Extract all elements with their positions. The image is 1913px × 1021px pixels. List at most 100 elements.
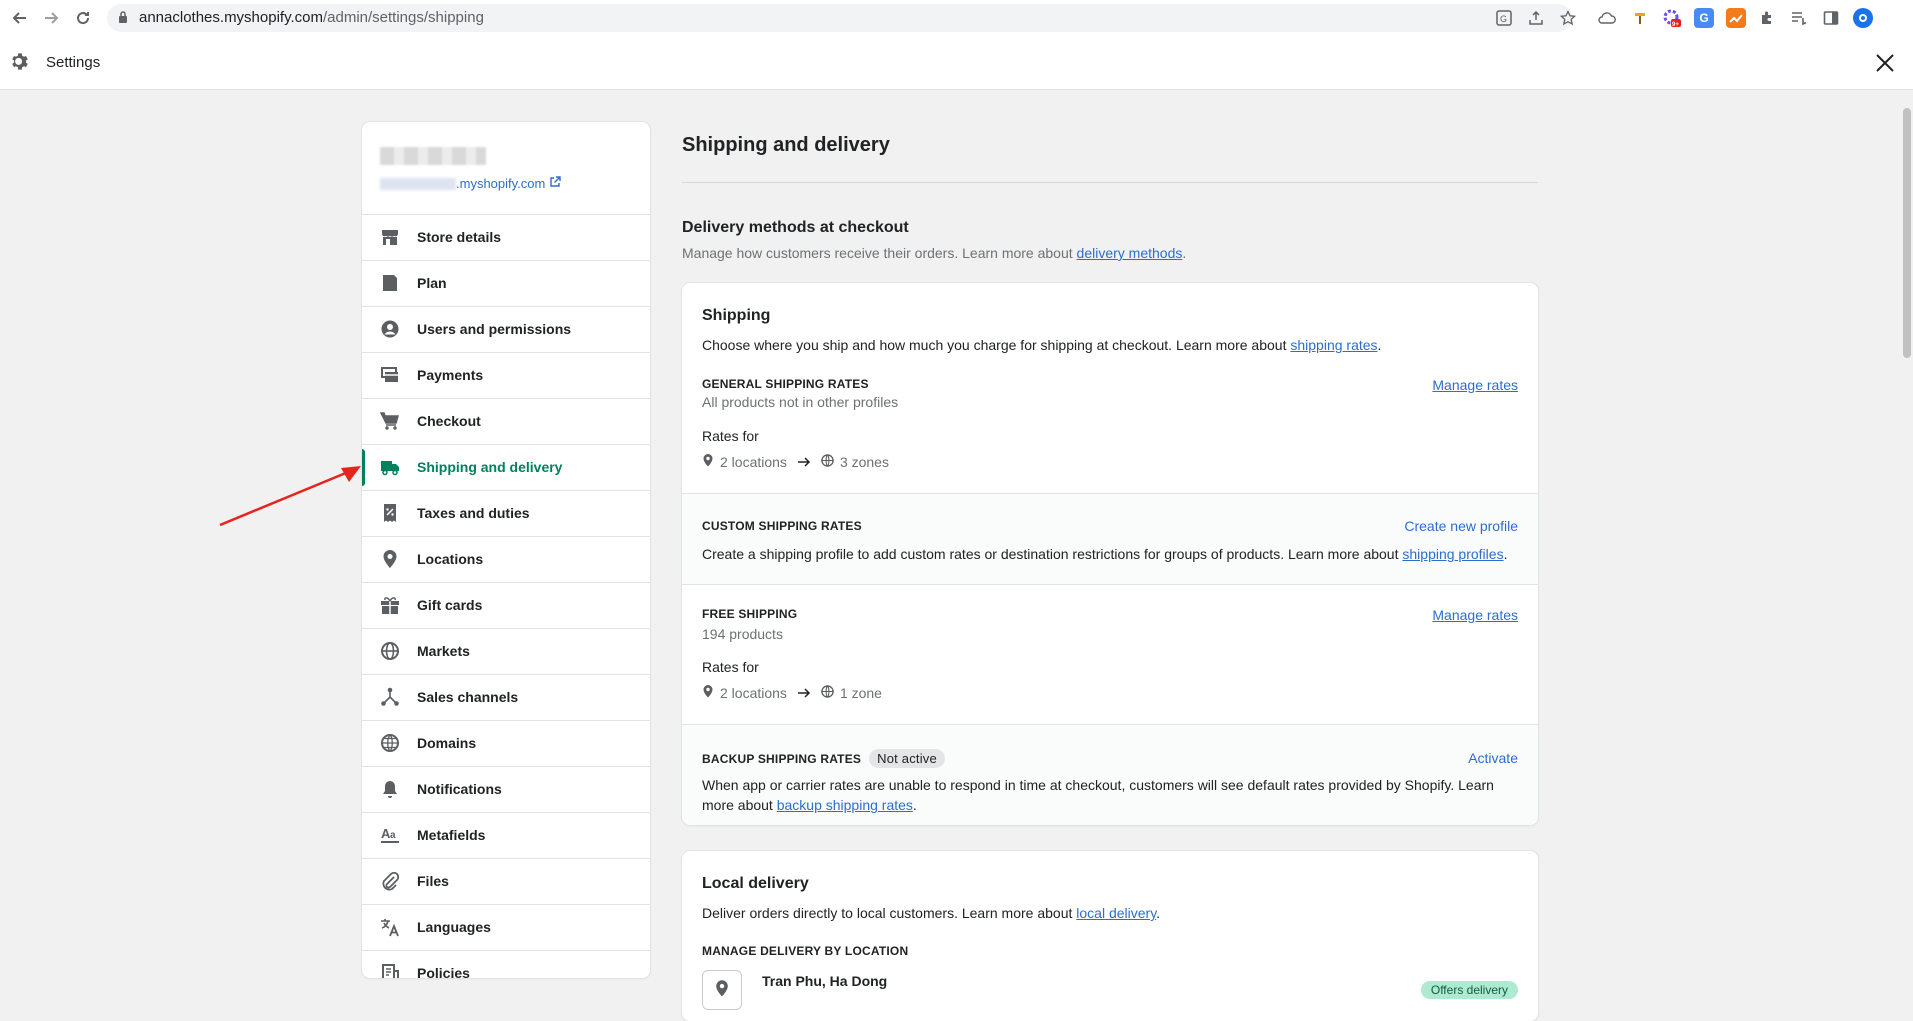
sidebar-item-notifications[interactable]: Notifications [362, 767, 650, 813]
create-new-profile-link[interactable]: Create new profile [1404, 518, 1518, 534]
settings-header: Settings [0, 36, 1913, 90]
share-icon[interactable] [1526, 8, 1546, 28]
scrollbar-thumb[interactable] [1903, 108, 1911, 358]
location-pin-icon [702, 453, 714, 470]
sidebar-item-label: Gift cards [417, 597, 483, 613]
location-icon [380, 549, 400, 569]
page-scrollbar[interactable] [1900, 90, 1913, 1005]
local-delivery-card: Local delivery Deliver orders directly t… [682, 851, 1538, 1021]
general-rates-for: Rates for [702, 428, 759, 444]
forward-arrow-icon[interactable] [39, 6, 63, 30]
sidebar-item-taxes-and-duties[interactable]: Taxes and duties [362, 491, 650, 537]
shipping-rates-link[interactable]: shipping rates [1290, 337, 1377, 353]
free-rates-summary: 2 locations 1 zone [702, 684, 882, 701]
free-manage-rates-link[interactable]: Manage rates [1432, 607, 1518, 623]
delivery-methods-link[interactable]: delivery methods [1077, 245, 1183, 261]
sidebar-item-locations[interactable]: Locations [362, 537, 650, 583]
extension-color-icon[interactable]: 9+ [1662, 8, 1682, 28]
bookmark-star-icon[interactable] [1558, 8, 1578, 28]
policies-icon [380, 963, 400, 978]
offers-delivery-badge: Offers delivery [1420, 981, 1518, 999]
extensions-puzzle-icon[interactable] [1757, 8, 1777, 28]
language-icon [380, 917, 400, 937]
local-delivery-desc: Deliver orders directly to local custome… [702, 905, 1161, 921]
sidebar-item-label: Locations [417, 551, 484, 567]
side-panel-icon[interactable] [1821, 8, 1841, 28]
gear-icon [10, 52, 30, 72]
location-name[interactable]: Tran Phu, Ha Dong [762, 973, 887, 989]
location-thumbnail [702, 970, 742, 1010]
backup-desc-line2: more about backup shipping rates. [702, 797, 917, 813]
payments-icon [380, 365, 400, 385]
sidebar-item-label: Domains [417, 735, 477, 751]
local-delivery-link[interactable]: local delivery [1076, 905, 1156, 921]
sidebar-item-store-details[interactable]: Store details [362, 215, 650, 261]
backup-shipping-rates-link[interactable]: backup shipping rates [777, 797, 913, 813]
extension-chart-icon[interactable] [1726, 8, 1746, 28]
local-delivery-title: Local delivery [702, 875, 809, 892]
reload-icon[interactable] [71, 6, 95, 30]
sidebar-item-checkout[interactable]: Checkout [362, 399, 650, 445]
general-locations-count: 2 locations [720, 453, 787, 470]
store-icon [380, 227, 400, 247]
shipping-profiles-link[interactable]: shipping profiles [1402, 546, 1503, 562]
delivery-methods-title: Delivery methods at checkout [682, 219, 909, 236]
svg-text:9+: 9+ [1672, 22, 1679, 28]
sidebar-item-label: Notifications [417, 781, 502, 797]
reading-list-icon[interactable] [1789, 8, 1809, 28]
extension-paint-icon[interactable] [1630, 8, 1650, 28]
sidebar-item-sales-channels[interactable]: Sales channels [362, 675, 650, 721]
extension-translate-icon[interactable]: G [1694, 8, 1714, 28]
not-active-badge: Not active [869, 749, 945, 768]
free-shipping-sub: 194 products [702, 626, 783, 642]
custom-shipping-section [682, 494, 1538, 584]
sidebar-item-metafields[interactable]: Aa Metafields [362, 813, 650, 859]
manage-delivery-heading: MANAGE DELIVERY BY LOCATION [702, 944, 909, 958]
sidebar-item-label: Taxes and duties [417, 505, 530, 521]
general-manage-rates-link[interactable]: Manage rates [1432, 377, 1518, 393]
sidebar-item-label: Sales channels [417, 689, 519, 705]
store-url-text[interactable]: .myshopify.com [456, 176, 545, 191]
sidebar-item-languages[interactable]: Languages [362, 905, 650, 951]
general-zones-count: 3 zones [839, 453, 889, 470]
location-pin-icon [714, 979, 730, 1002]
sidebar-item-payments[interactable]: Payments [362, 353, 650, 399]
gift-icon [380, 595, 400, 615]
divider [682, 584, 1538, 585]
sidebar-item-shipping-and-delivery[interactable]: Shipping and delivery [362, 445, 650, 491]
channels-icon [380, 687, 400, 707]
settings-sidebar: .myshopify.com Store details Plan Users … [362, 122, 650, 978]
close-icon[interactable] [1872, 50, 1898, 76]
sidebar-item-policies[interactable]: Policies [362, 951, 650, 978]
custom-shipping-desc: Create a shipping profile to add custom … [702, 546, 1508, 562]
sidebar-item-domains[interactable]: Domains [362, 721, 650, 767]
metafields-icon: Aa [380, 825, 400, 845]
sidebar-item-label: Files [417, 873, 449, 889]
sidebar-item-plan[interactable]: Plan [362, 261, 650, 307]
sidebar-item-markets[interactable]: Markets [362, 629, 650, 675]
translate-icon[interactable]: G [1494, 8, 1514, 28]
paperclip-icon [380, 871, 400, 891]
sidebar-item-label: Shipping and delivery [417, 459, 563, 475]
sidebar-item-label: Plan [417, 275, 447, 291]
sidebar-item-users-and-permissions[interactable]: Users and permissions [362, 307, 650, 353]
cart-icon [379, 411, 400, 431]
annotation-arrow [219, 466, 361, 527]
sidebar-item-gift-cards[interactable]: Gift cards [362, 583, 650, 629]
markets-icon [380, 641, 400, 661]
plan-icon [380, 273, 400, 293]
lock-icon [118, 10, 128, 24]
free-rates-for: Rates for [702, 659, 759, 675]
sidebar-item-label: Metafields [417, 827, 486, 843]
back-arrow-icon[interactable] [8, 6, 32, 30]
backup-shipping-header: BACKUP SHIPPING RATES Not active [702, 749, 945, 768]
profile-avatar-icon[interactable] [1853, 8, 1873, 28]
activate-link[interactable]: Activate [1468, 750, 1518, 766]
general-shipping-heading: GENERAL SHIPPING RATES [702, 377, 869, 391]
store-url-link[interactable]: .myshopify.com [456, 176, 562, 191]
sidebar-item-files[interactable]: Files [362, 859, 650, 905]
sidebar-item-label: Markets [417, 643, 470, 659]
external-link-icon [549, 176, 562, 191]
sidebar-item-label: Store details [417, 229, 502, 245]
extension-cloud-icon[interactable] [1597, 8, 1617, 28]
